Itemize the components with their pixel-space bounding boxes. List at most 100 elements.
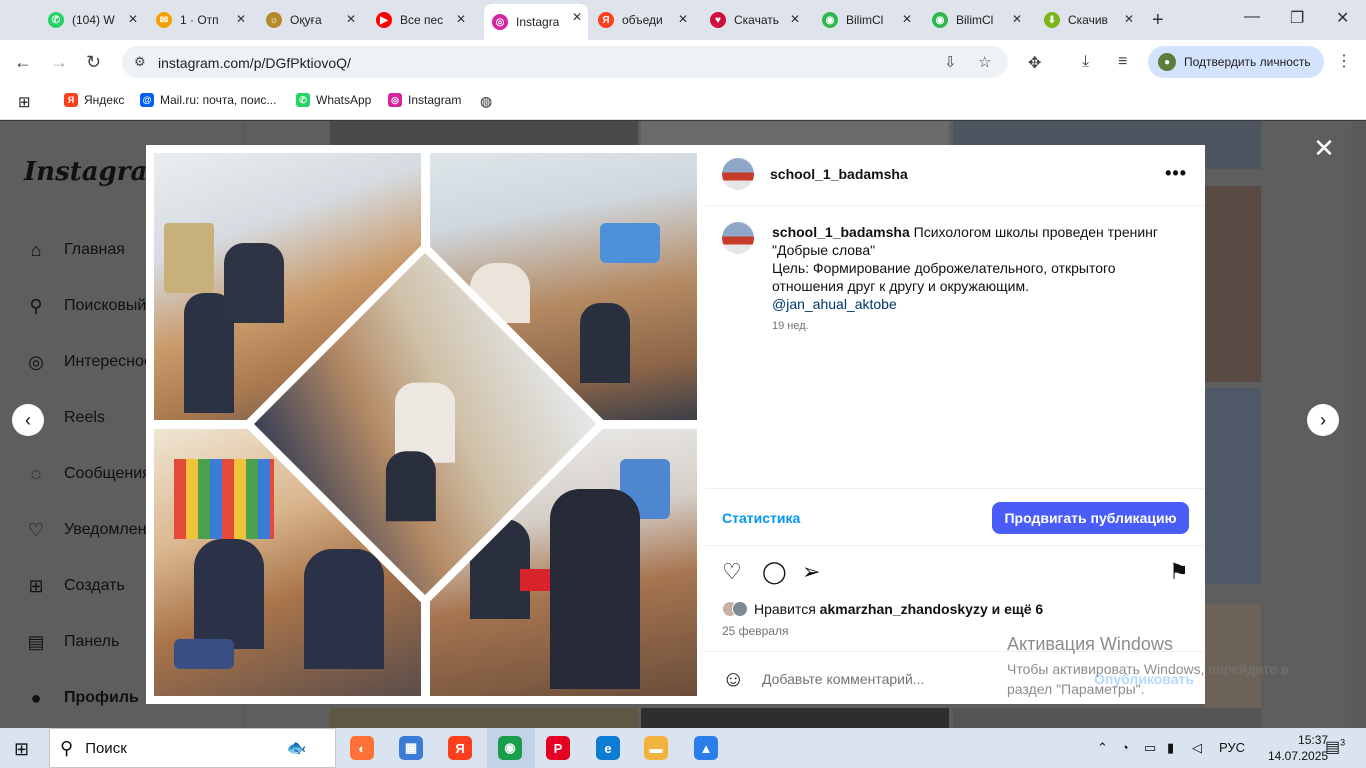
bookmark-item[interactable]: Я Яндекс (64, 93, 124, 107)
notifications-icon[interactable]: ▤3 (1325, 737, 1345, 757)
media-control-icon[interactable]: ≡ (1118, 53, 1127, 71)
taskbar-search[interactable]: ⚲ Поиск 🐟 (49, 728, 336, 768)
browser-tab[interactable]: ◎ Instagra ✕ (484, 4, 588, 40)
tab-close-icon[interactable]: ✕ (678, 12, 688, 26)
browser-tab[interactable]: ✉ 1 · Отп ✕ (148, 6, 252, 34)
tab-close-icon[interactable]: ✕ (1012, 12, 1022, 26)
like-heart-icon[interactable]: ♡ (722, 559, 742, 585)
apps-grid-icon[interactable]: ⊞ (18, 93, 31, 111)
window-close-icon[interactable]: ✕ (1336, 8, 1349, 28)
browser-tab[interactable]: ♥ Скачать ✕ (702, 6, 806, 34)
tab-close-icon[interactable]: ✕ (790, 12, 800, 26)
site-info-icon[interactable]: ⚙ (134, 54, 146, 70)
bookmark-item[interactable]: ◎ Instagram (388, 93, 461, 107)
post-media-collage[interactable] (146, 145, 705, 704)
caption-avatar[interactable] (722, 222, 754, 254)
tab-close-icon[interactable]: ✕ (456, 12, 466, 26)
author-username[interactable]: school_1_badamsha (770, 166, 908, 182)
feed-thumbnail[interactable] (330, 708, 638, 728)
browser-tab[interactable]: ◉ BilimCl ✕ (924, 6, 1028, 34)
volume-icon[interactable]: ◁ (1192, 740, 1202, 756)
network-icon[interactable]: ◔ (1121, 740, 1129, 755)
likes-suffix[interactable]: и ещё 6 (992, 601, 1044, 617)
extensions-icon[interactable]: ✥ (1028, 53, 1041, 73)
close-icon[interactable]: ✕ (1312, 135, 1336, 161)
browser-tab[interactable]: ☼ Оқуға ✕ (258, 6, 362, 34)
feed-thumbnail[interactable] (953, 708, 1261, 728)
downloads-icon[interactable]: ⤓ (1082, 53, 1089, 71)
browser-tab[interactable]: ◉ BilimCl ✕ (814, 6, 918, 34)
sidebar-item-search[interactable]: ⚲ Поисковый (24, 294, 146, 318)
battery-icon[interactable]: ▮ (1167, 740, 1174, 756)
firefox-icon[interactable]: ◐ (350, 736, 374, 760)
page-scrollbar[interactable] (1351, 121, 1366, 728)
comment-input[interactable]: Добавьте комментарий... (762, 671, 924, 687)
tab-close-icon[interactable]: ✕ (572, 10, 582, 24)
bookmark-item[interactable]: ✆ WhatsApp (296, 93, 371, 107)
chrome-icon[interactable]: ◉ (498, 736, 522, 760)
likes-user[interactable]: akmarzhan_zhandoskyzy (820, 601, 988, 617)
browser-menu-icon[interactable]: ⋮ (1336, 51, 1352, 71)
display-icon[interactable]: ▭ (1144, 740, 1156, 756)
save-bookmark-icon[interactable]: ⚑ (1169, 559, 1189, 585)
feed-thumbnail[interactable] (641, 708, 949, 728)
share-send-icon[interactable]: ➢ (802, 559, 820, 585)
sidebar-item-heart[interactable]: ♡ Уведомлен (24, 518, 147, 542)
browser-tab[interactable]: ▶ Все пес ✕ (368, 6, 472, 34)
browser-tab[interactable]: ⬇ Скачив ✕ (1036, 6, 1140, 34)
reload-icon[interactable]: ↻ (86, 52, 101, 73)
feed-thumbnail[interactable] (1205, 186, 1261, 382)
feed-thumbnail[interactable] (1205, 388, 1261, 584)
tab-close-icon[interactable]: ✕ (1124, 12, 1134, 26)
clock[interactable]: 15:37 14.07.2025 (1268, 732, 1328, 764)
likes-summary[interactable]: Нравится akmarzhan_zhandoskyzy и ещё 6 (722, 601, 1043, 617)
browser-tab[interactable]: ✆ (104) W ✕ (40, 6, 144, 34)
yandex-browser-icon[interactable]: Я (448, 736, 472, 760)
omnibox[interactable]: ⚙ instagram.com/p/DGfPktiovoQ/ ⇩ ☆ (122, 46, 1008, 78)
feed-thumbnail[interactable] (330, 121, 638, 145)
restore-icon[interactable]: ❐ (1290, 8, 1304, 28)
file-manager-icon[interactable]: ▦ (399, 736, 423, 760)
tray-overflow-icon[interactable]: ⌃ (1097, 740, 1108, 756)
sidebar-item-dashboard[interactable]: ▤ Панель (24, 630, 119, 654)
post-age[interactable]: 19 нед. (772, 320, 809, 332)
tab-close-icon[interactable]: ✕ (236, 12, 246, 26)
sidebar-item-home[interactable]: ⌂ Главная (24, 238, 125, 262)
folder-icon[interactable]: ▬ (644, 736, 668, 760)
promote-post-button[interactable]: Продвигать публикацию (992, 502, 1189, 534)
pinterest-icon[interactable]: P (546, 736, 570, 760)
author-avatar[interactable] (722, 158, 754, 190)
sidebar-item-profile-avatar[interactable]: ● Профиль (24, 686, 139, 710)
globe-icon[interactable]: ◍ (480, 93, 492, 110)
verify-identity-button[interactable]: ● Подтвердить личность (1148, 46, 1324, 78)
tab-close-icon[interactable]: ✕ (902, 12, 912, 26)
new-tab-button[interactable]: + (1152, 9, 1164, 32)
next-post-arrow-icon[interactable]: › (1307, 404, 1339, 436)
minimize-icon[interactable]: — (1244, 8, 1260, 26)
feed-thumbnail[interactable] (641, 121, 949, 145)
install-app-icon[interactable]: ⇩ (944, 53, 957, 71)
edge-icon[interactable]: e (596, 736, 620, 760)
mention-link[interactable]: @jan_ahual_aktobe (772, 295, 1172, 313)
browser-tab[interactable]: Яобъеди ✕ (590, 6, 694, 34)
emoji-icon[interactable]: ☺ (722, 666, 744, 692)
sidebar-item-messenger[interactable]: ◌ Сообщения (24, 462, 151, 486)
sidebar-item-compass[interactable]: ◎ Интересное (24, 350, 153, 374)
input-language[interactable]: РУС (1219, 740, 1245, 755)
tab-close-icon[interactable]: ✕ (128, 12, 138, 26)
url-text[interactable]: instagram.com/p/DGfPktiovoQ/ (158, 55, 351, 71)
back-icon[interactable]: ← (14, 52, 32, 73)
caption-username[interactable]: school_1_badamsha (772, 224, 910, 240)
messenger-icon: ◌ (30, 463, 42, 484)
prev-post-arrow-icon[interactable]: ‹ (12, 404, 44, 436)
photos-icon[interactable]: ▲ (694, 736, 718, 760)
bookmark-item[interactable]: @ Mail.ru: почта, поис... (140, 93, 276, 107)
more-options-icon[interactable]: ••• (1165, 163, 1187, 184)
bookmark-star-icon[interactable]: ☆ (978, 53, 991, 71)
forward-icon[interactable]: → (50, 52, 68, 73)
sidebar-item-plus[interactable]: ⊞ Создать (24, 574, 124, 598)
windows-start-icon[interactable]: ⊞ (14, 739, 29, 760)
statistics-link[interactable]: Статистика (722, 510, 800, 526)
tab-close-icon[interactable]: ✕ (346, 12, 356, 26)
comment-icon[interactable]: ◯ (762, 559, 787, 585)
